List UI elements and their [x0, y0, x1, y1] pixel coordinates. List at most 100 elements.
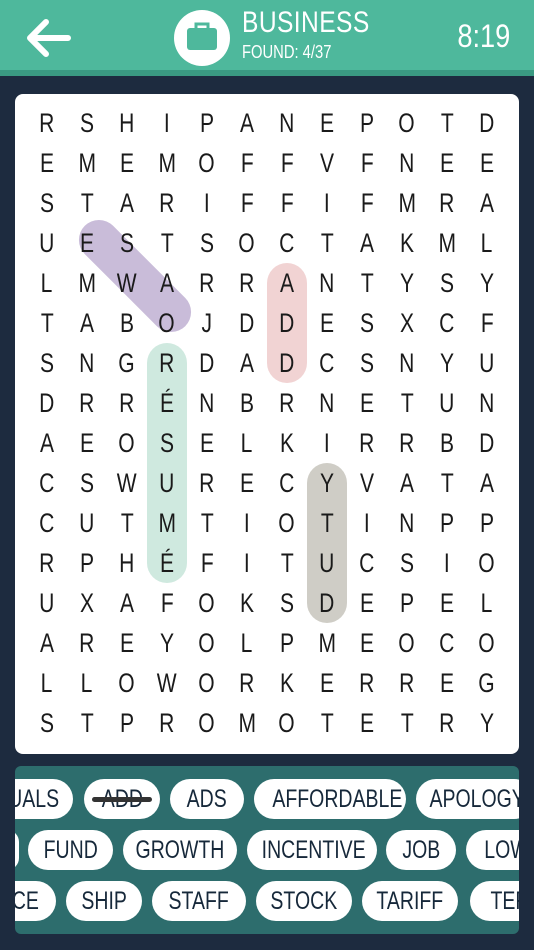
grid-cell[interactable]: S [147, 423, 187, 463]
grid-cell[interactable]: S [387, 543, 427, 583]
grid-cell[interactable]: V [347, 463, 387, 503]
grid-cell[interactable]: E [67, 423, 107, 463]
grid-cell[interactable]: I [147, 103, 187, 143]
word-pill-found[interactable]: ADD [84, 779, 160, 819]
grid-cell[interactable]: W [107, 263, 147, 303]
grid-cell[interactable]: P [347, 103, 387, 143]
grid-cell[interactable]: K [267, 423, 307, 463]
grid-cell[interactable]: S [347, 343, 387, 383]
grid-cell[interactable]: E [427, 663, 467, 703]
grid-cell[interactable]: T [107, 503, 147, 543]
grid-cell[interactable]: K [267, 663, 307, 703]
grid-cell[interactable]: S [27, 343, 67, 383]
grid-cell[interactable]: L [467, 583, 507, 623]
grid-cell[interactable]: O [387, 103, 427, 143]
grid-cell[interactable]: O [227, 223, 267, 263]
word-pill[interactable] [15, 830, 19, 870]
grid-cell[interactable]: A [227, 103, 267, 143]
grid-cell[interactable]: O [107, 423, 147, 463]
grid-cell[interactable]: A [107, 183, 147, 223]
grid-cell[interactable]: B [227, 383, 267, 423]
grid-cell[interactable]: T [427, 103, 467, 143]
grid-cell[interactable]: O [267, 703, 307, 743]
grid-cell[interactable]: E [187, 423, 227, 463]
grid-cell[interactable]: F [267, 183, 307, 223]
grid-cell[interactable]: Y [467, 703, 507, 743]
grid-cell[interactable]: U [467, 343, 507, 383]
grid-cell[interactable]: T [307, 223, 347, 263]
grid-cell[interactable]: C [427, 303, 467, 343]
grid-cell[interactable]: F [467, 303, 507, 343]
grid-cell[interactable]: E [347, 623, 387, 663]
grid-cell[interactable]: C [27, 463, 67, 503]
grid-cell[interactable]: S [67, 103, 107, 143]
grid-cell[interactable]: O [187, 623, 227, 663]
grid-cell[interactable]: R [347, 663, 387, 703]
grid-cell[interactable]: E [307, 663, 347, 703]
grid-cell[interactable]: A [387, 463, 427, 503]
grid-cell[interactable]: L [67, 663, 107, 703]
grid-cell[interactable]: E [427, 583, 467, 623]
grid-cell[interactable]: H [107, 543, 147, 583]
word-pill[interactable]: JOB [386, 830, 456, 870]
grid-cell[interactable]: R [27, 543, 67, 583]
grid-cell[interactable]: O [467, 623, 507, 663]
grid-cell[interactable]: R [387, 663, 427, 703]
grid-cell[interactable]: R [187, 263, 227, 303]
grid-cell[interactable]: F [227, 143, 267, 183]
grid-cell[interactable]: É [147, 543, 187, 583]
grid-cell[interactable]: L [27, 663, 67, 703]
grid-cell[interactable]: P [267, 623, 307, 663]
grid-cell[interactable]: S [107, 223, 147, 263]
grid-cell[interactable]: A [67, 303, 107, 343]
grid-cell[interactable]: S [27, 183, 67, 223]
grid-cell[interactable]: K [227, 583, 267, 623]
grid-cell[interactable]: O [187, 703, 227, 743]
grid-cell[interactable]: E [347, 703, 387, 743]
grid-cell[interactable]: R [67, 623, 107, 663]
grid-cell[interactable]: M [67, 263, 107, 303]
back-button[interactable] [24, 16, 72, 60]
grid-cell[interactable]: O [467, 543, 507, 583]
grid-cell[interactable]: U [427, 383, 467, 423]
grid-cell[interactable]: S [187, 223, 227, 263]
grid-cell[interactable]: A [27, 423, 67, 463]
grid-cell[interactable]: N [387, 143, 427, 183]
grid-cell[interactable]: W [147, 663, 187, 703]
grid-cell[interactable]: E [67, 223, 107, 263]
grid-cell[interactable]: G [467, 663, 507, 703]
grid-cell[interactable]: N [187, 383, 227, 423]
grid-cell[interactable]: S [27, 703, 67, 743]
grid-cell[interactable]: M [307, 623, 347, 663]
grid-cell[interactable]: Y [467, 263, 507, 303]
grid-cell[interactable]: V [307, 143, 347, 183]
grid-cell[interactable]: R [67, 383, 107, 423]
grid-cell[interactable]: T [307, 503, 347, 543]
grid-cell[interactable]: I [427, 543, 467, 583]
grid-cell[interactable]: D [267, 343, 307, 383]
grid-cell[interactable]: S [347, 303, 387, 343]
word-pill[interactable]: UALS [15, 779, 73, 819]
grid-cell[interactable]: E [427, 143, 467, 183]
grid-cell[interactable]: T [187, 503, 227, 543]
grid-cell[interactable]: A [467, 183, 507, 223]
grid-cell[interactable]: C [347, 543, 387, 583]
grid-cell[interactable]: H [107, 103, 147, 143]
grid-cell[interactable]: R [387, 423, 427, 463]
grid-cell[interactable]: A [27, 623, 67, 663]
word-pill[interactable]: ADS [170, 779, 244, 819]
grid-cell[interactable]: R [187, 463, 227, 503]
grid-cell[interactable]: D [227, 303, 267, 343]
grid-cell[interactable]: R [427, 183, 467, 223]
grid-cell[interactable]: U [307, 543, 347, 583]
grid-cell[interactable]: T [387, 383, 427, 423]
word-pill[interactable]: APOLOGY [416, 779, 519, 819]
grid-cell[interactable]: E [307, 103, 347, 143]
word-pill[interactable]: FUND [28, 830, 113, 870]
word-pill[interactable]: INCENTIVE [247, 830, 377, 870]
grid-cell[interactable]: D [187, 343, 227, 383]
grid-cell[interactable]: P [107, 703, 147, 743]
grid-cell[interactable]: N [387, 343, 427, 383]
grid-cell[interactable]: E [27, 143, 67, 183]
grid-cell[interactable]: D [267, 303, 307, 343]
